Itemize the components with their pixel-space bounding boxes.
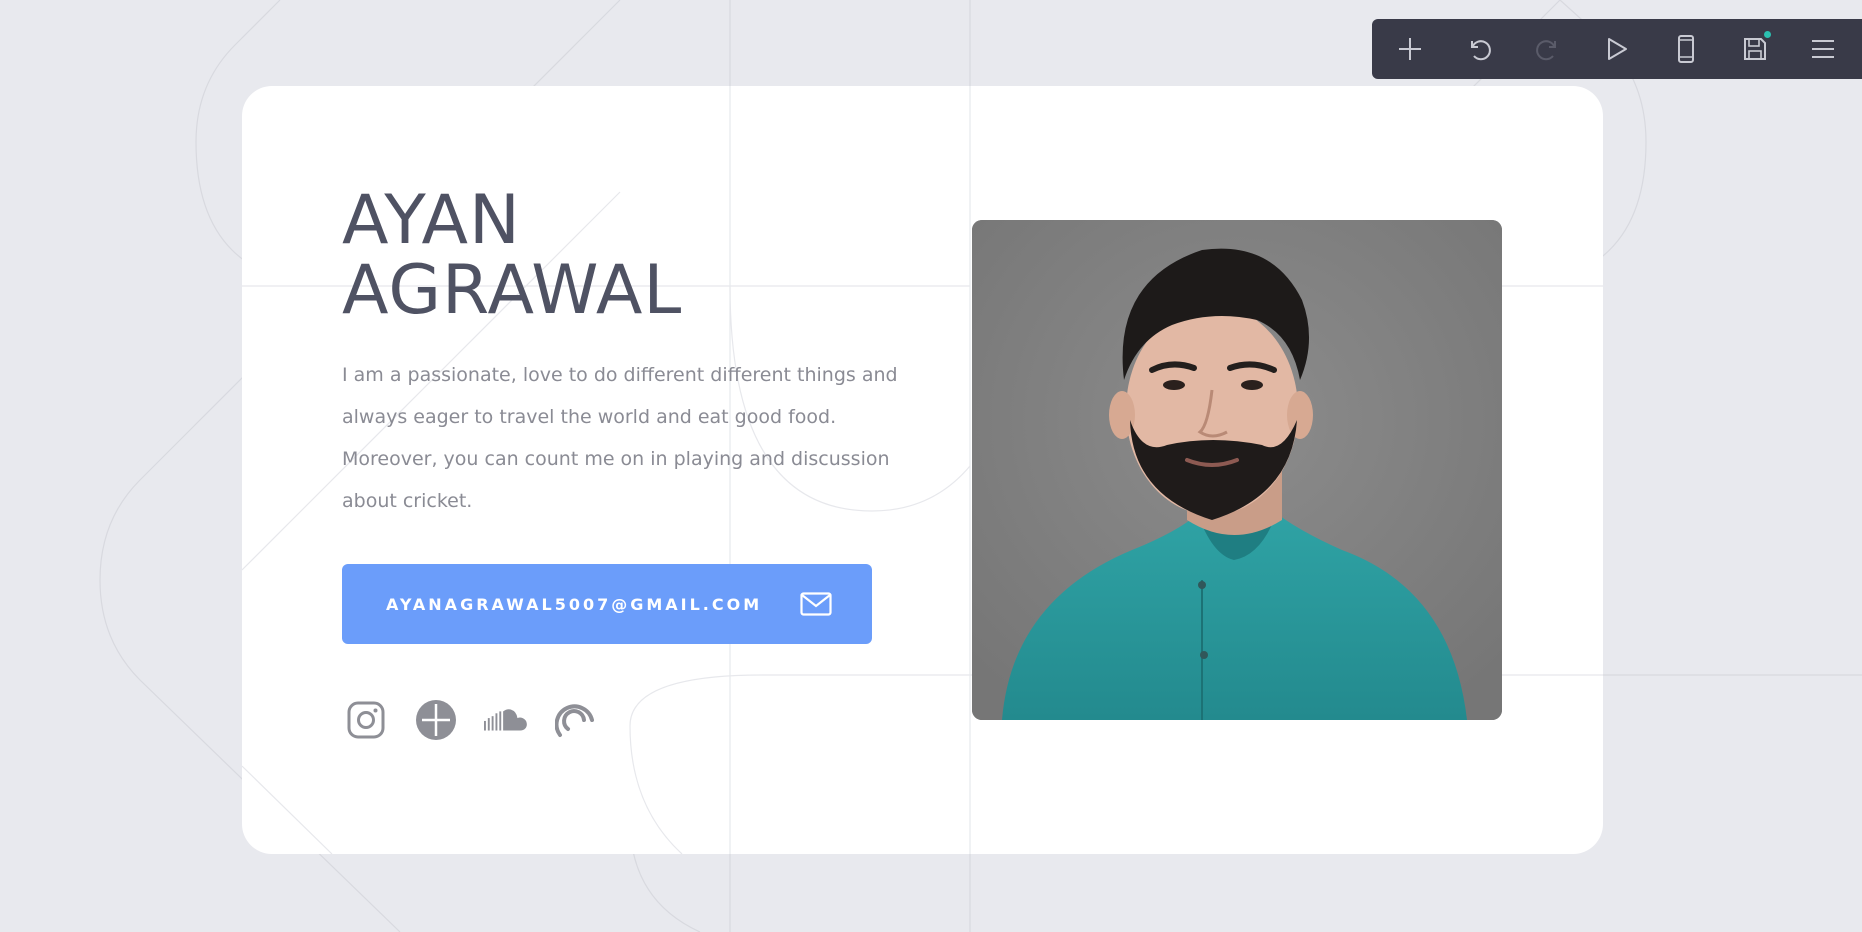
profile-card: AYAN AGRAWAL I am a passionate, love to … xyxy=(242,86,1603,854)
mail-icon xyxy=(800,592,832,616)
social-links xyxy=(344,698,598,742)
profile-bio: I am a passionate, love to do different … xyxy=(342,364,898,512)
pocket-casts-icon[interactable] xyxy=(554,698,598,742)
soundcloud-icon[interactable] xyxy=(484,698,528,742)
first-name: AYAN xyxy=(342,181,521,260)
email-label: AYANAGRAWAL5007@GMAIL.COM xyxy=(386,594,763,614)
editor-toolbar xyxy=(1372,19,1862,79)
mobile-icon[interactable] xyxy=(1664,27,1708,71)
dribbble-icon[interactable] xyxy=(414,698,458,742)
email-button[interactable]: AYANAGRAWAL5007@GMAIL.COM xyxy=(342,564,872,644)
profile-name: AYAN AGRAWAL xyxy=(342,186,682,326)
portrait-photo xyxy=(972,220,1502,720)
menu-icon[interactable] xyxy=(1801,27,1845,71)
undo-icon[interactable] xyxy=(1457,27,1501,71)
save-icon[interactable] xyxy=(1733,27,1777,71)
unsaved-indicator xyxy=(1763,31,1771,38)
redo-icon[interactable] xyxy=(1526,27,1570,71)
plus-icon[interactable] xyxy=(1388,27,1432,71)
instagram-icon[interactable] xyxy=(344,698,388,742)
last-name: AGRAWAL xyxy=(342,251,683,330)
play-icon[interactable] xyxy=(1595,27,1639,71)
